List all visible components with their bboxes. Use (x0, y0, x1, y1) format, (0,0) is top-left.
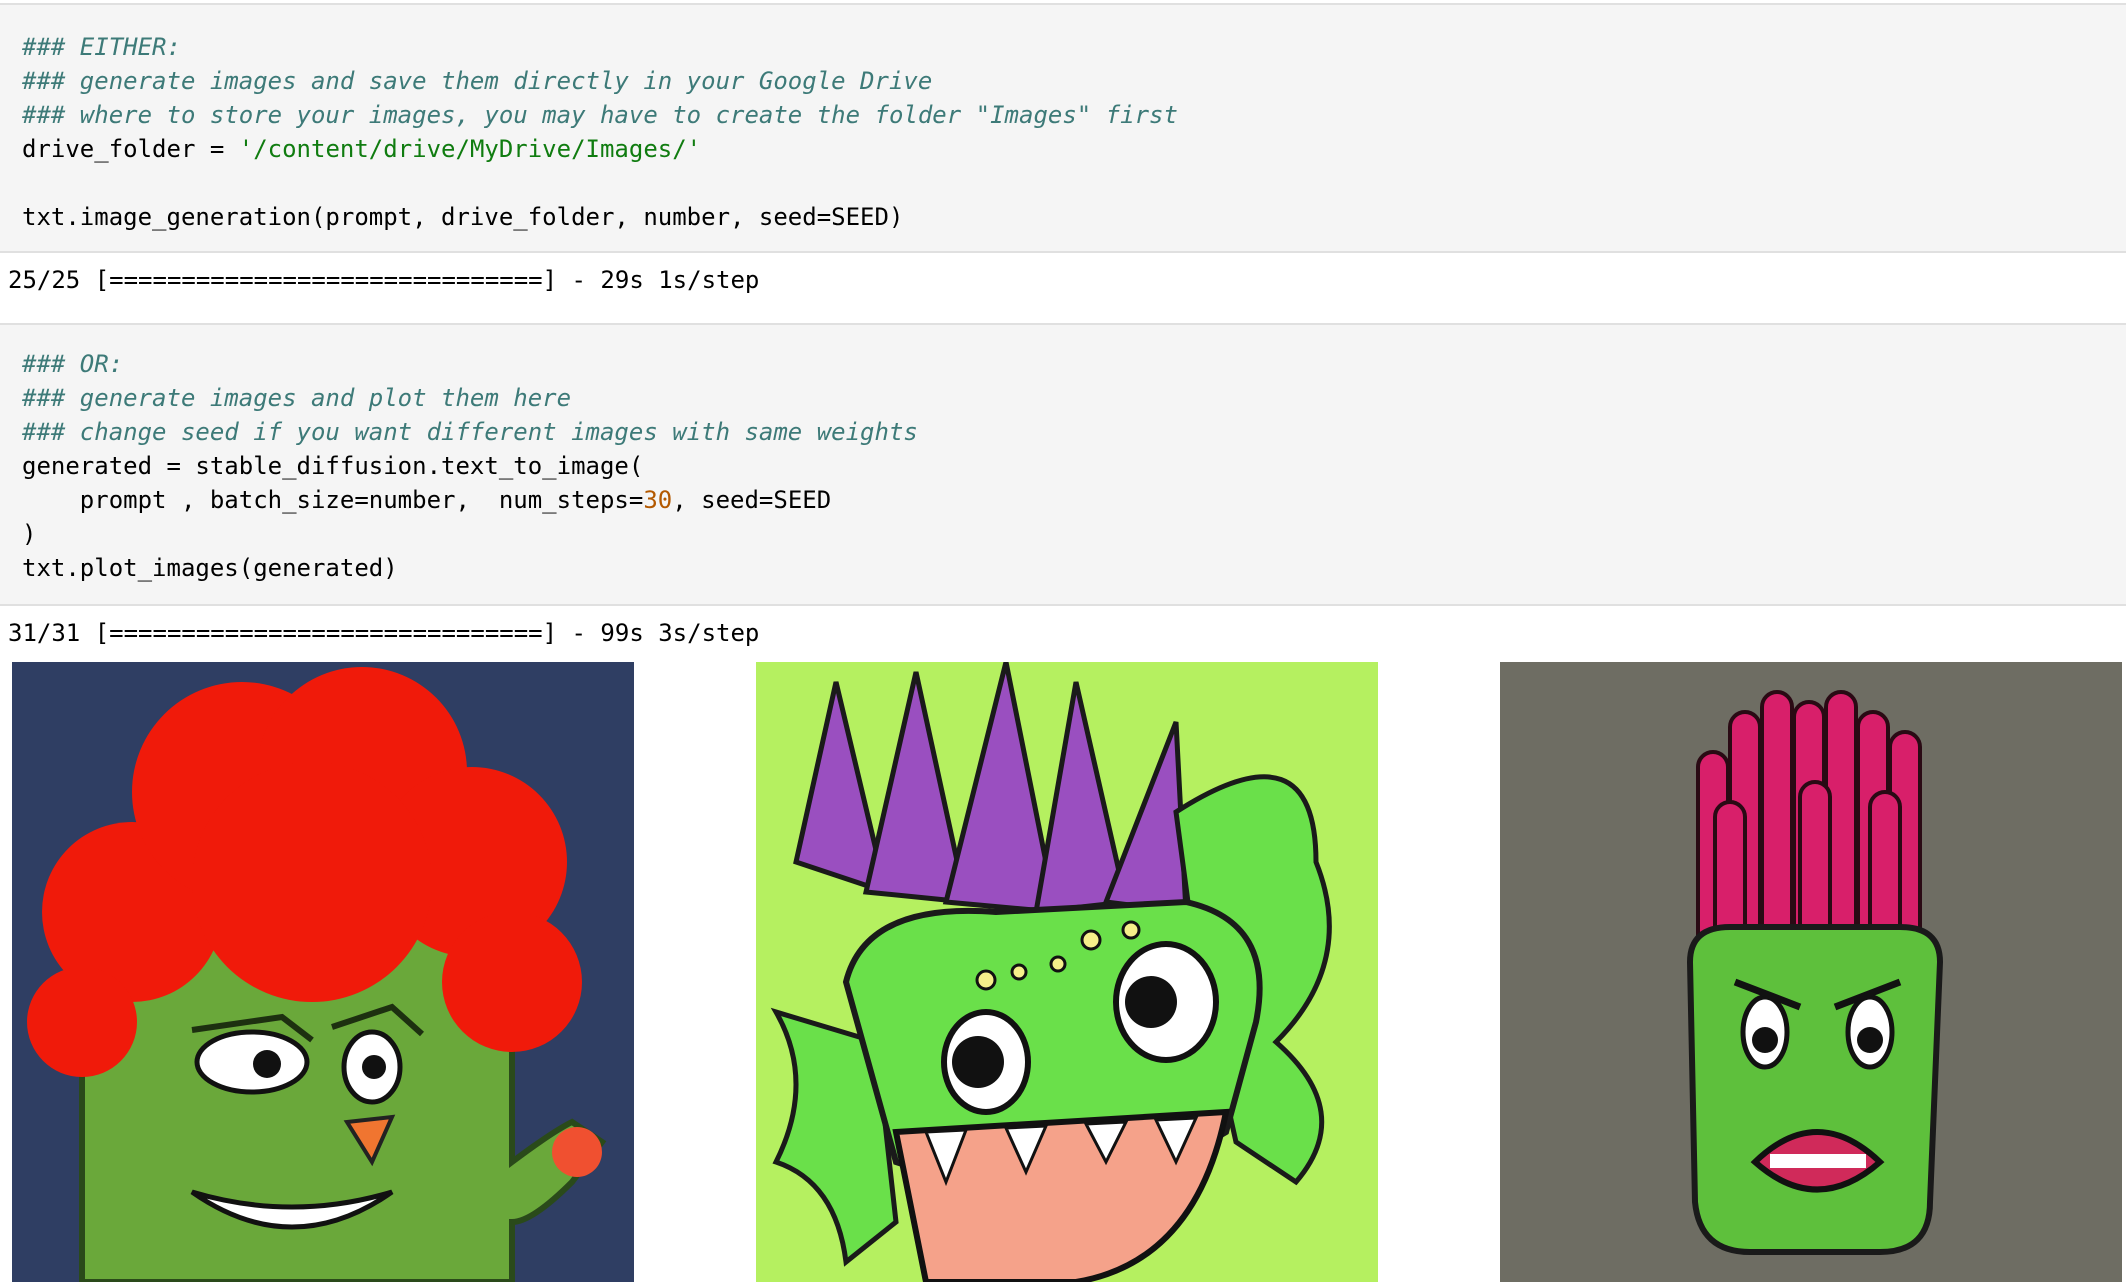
code-text: , seed=SEED (672, 486, 832, 514)
generated-image-3 (1500, 662, 2122, 1282)
code-line: txt.plot_images(generated) (22, 554, 398, 582)
code-comment: ### EITHER: (22, 33, 181, 61)
code-line: generated = stable_diffusion.text_to_ima… (22, 452, 644, 480)
code-comment: ### generate images and plot them here (22, 384, 572, 412)
progress-output-2: 31/31 [==============================] -… (8, 619, 760, 647)
code-line: ) (22, 520, 37, 548)
code-comment: ### change seed if you want different im… (22, 418, 918, 446)
code-text: drive_folder = (22, 135, 239, 163)
code-text: prompt , batch_size=number, num_steps= (22, 486, 644, 514)
code-line: drive_folder = '/content/drive/MyDrive/I… (22, 132, 2126, 166)
code-comment: ### where to store your images, you may … (22, 101, 1178, 129)
code-line: txt.image_generation(prompt, drive_folde… (22, 203, 904, 231)
code-comment: ### OR: (22, 350, 124, 378)
code-line: prompt , batch_size=number, num_steps=30… (22, 483, 2126, 517)
code-comment: ### generate images and save them direct… (22, 67, 933, 95)
code-string: '/content/drive/MyDrive/Images/' (238, 135, 702, 163)
generated-image-2 (756, 662, 1378, 1282)
generated-image-1 (12, 662, 634, 1282)
code-number: 30 (643, 486, 673, 514)
code-cell-2[interactable]: ### OR: ### generate images and plot the… (0, 323, 2126, 606)
progress-output-1: 25/25 [==============================] -… (8, 266, 760, 294)
code-cell-1[interactable]: ### EITHER: ### generate images and save… (0, 3, 2126, 253)
